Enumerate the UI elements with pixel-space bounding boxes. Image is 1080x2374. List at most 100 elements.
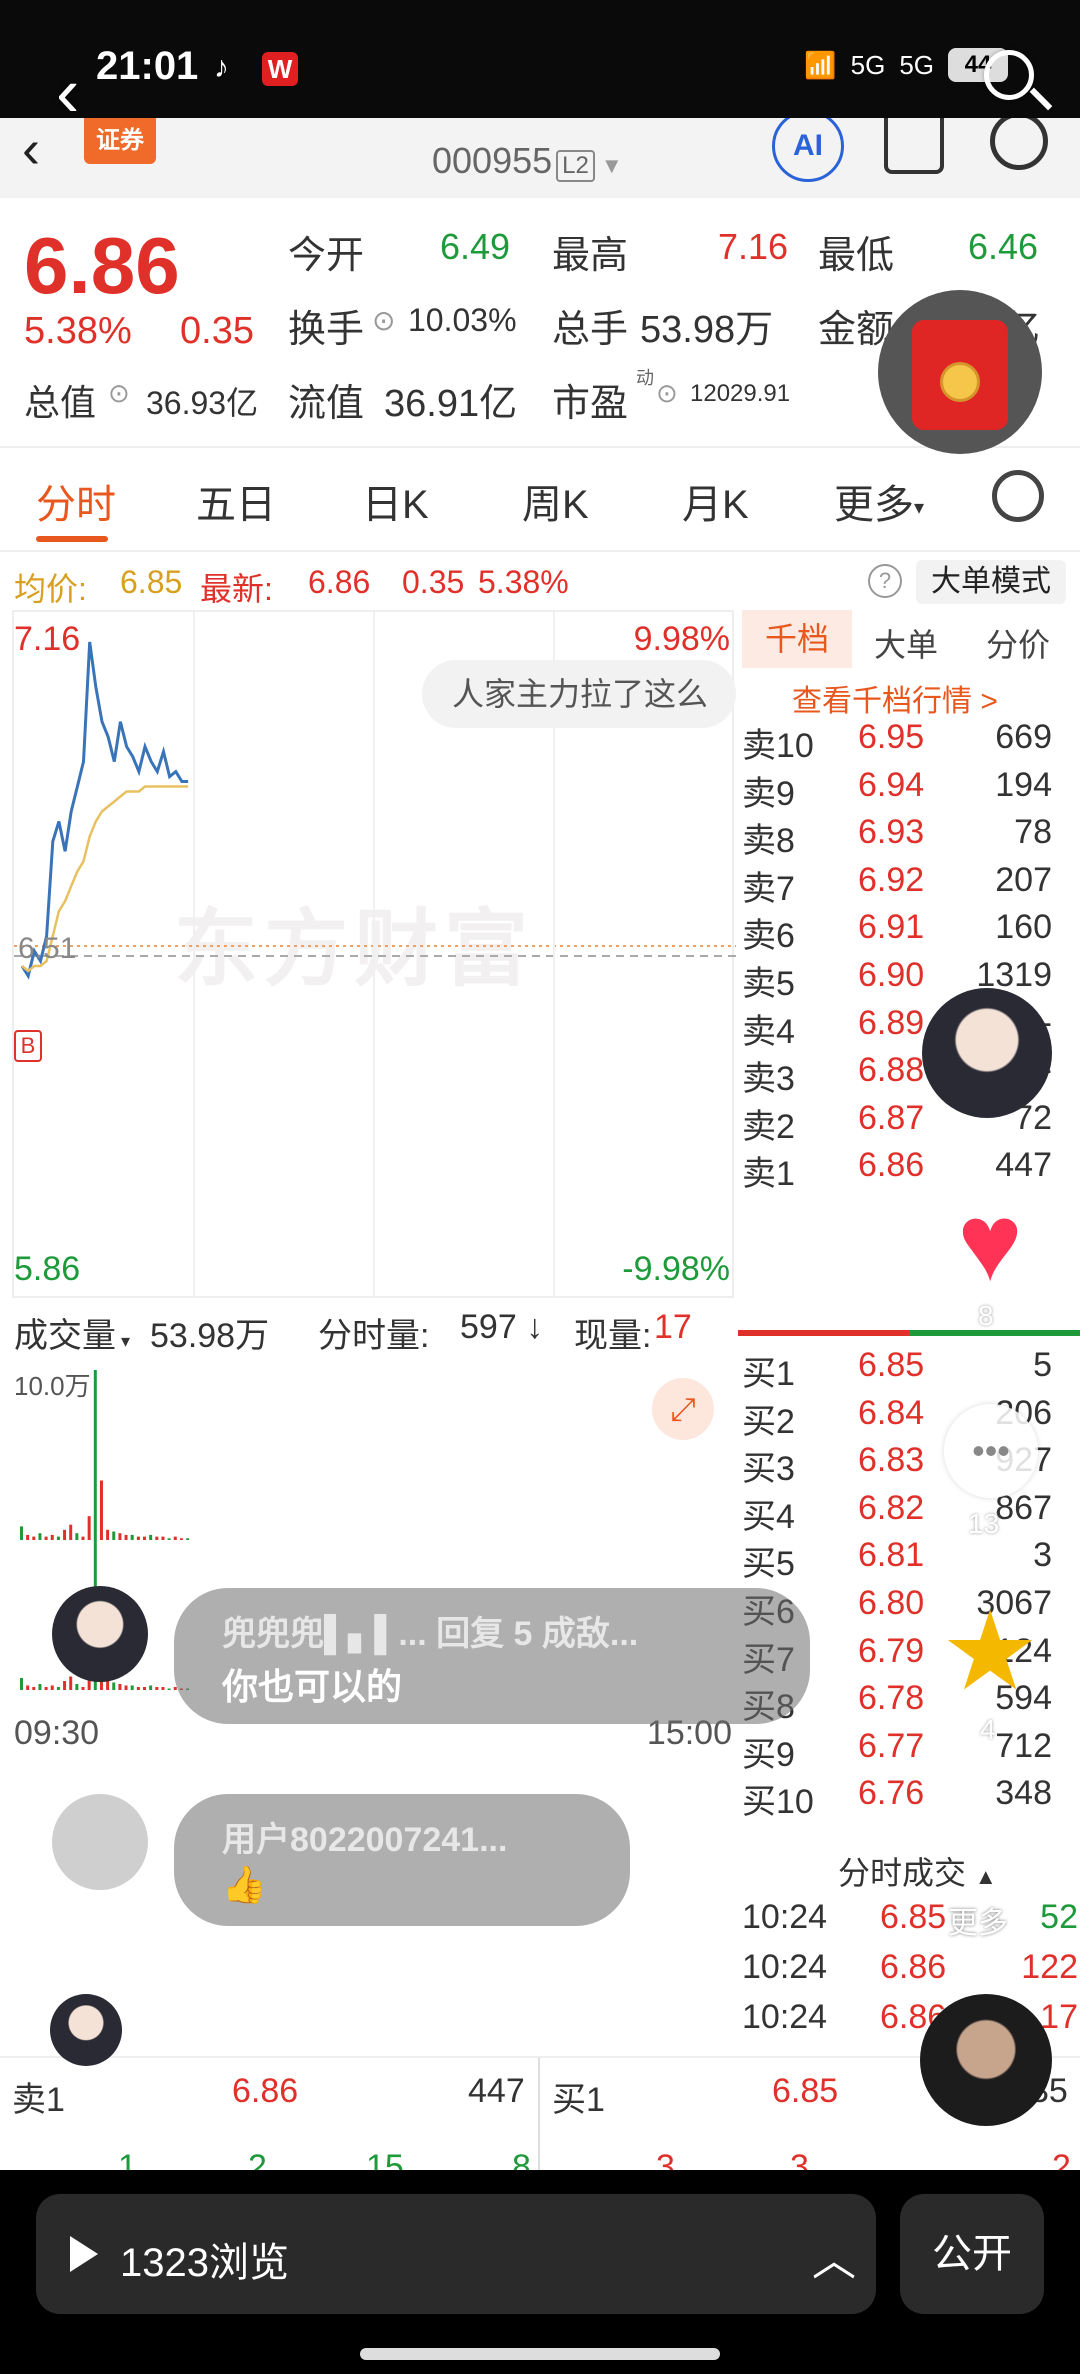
tab-intraday[interactable]: 分时 xyxy=(36,472,116,530)
big-order-mode-button[interactable]: 大单模式 xyxy=(916,560,1066,604)
latest-label: 最新: xyxy=(200,571,273,607)
tab-monthly-k[interactable]: 月K xyxy=(682,472,749,530)
volume-bar xyxy=(143,1536,147,1540)
level-volume: 348 xyxy=(995,1774,1052,1813)
volume-bar xyxy=(118,1684,122,1690)
avatar[interactable] xyxy=(50,1994,122,2066)
level-price: 6.81 xyxy=(858,1536,925,1575)
pe-value: 12029.91 xyxy=(690,380,791,407)
ladder-right-cell: 3 xyxy=(656,2148,675,2170)
host-avatar[interactable] xyxy=(920,1994,1052,2126)
bid-row[interactable]: 买5 6.81 3 xyxy=(738,1536,1080,1584)
level-label: 卖9 xyxy=(742,774,795,813)
overlay-back-icon[interactable]: ‹ xyxy=(56,52,79,132)
level-price: 6.80 xyxy=(858,1584,925,1622)
ask-row[interactable]: 卖10 6.95 669 xyxy=(738,718,1080,766)
ask-row[interactable]: 卖7 6.92 207 xyxy=(738,861,1080,909)
volume-bar xyxy=(124,1685,128,1690)
dropdown-triangle-icon: ▾ xyxy=(116,1331,131,1351)
brand-badge: 证券 xyxy=(84,118,156,164)
mktcap-label: 总值 xyxy=(24,382,97,423)
high-label: 最高 xyxy=(552,235,629,277)
signal-group: 📶 5G 5G 44 xyxy=(804,48,1008,82)
ask-row[interactable]: 卖9 6.94 194 xyxy=(738,766,1080,814)
volume-bar xyxy=(167,1538,171,1540)
level-volume: 712 xyxy=(995,1726,1052,1765)
chat-bubble[interactable]: 用户8022007241... 👍 xyxy=(174,1794,630,1926)
more-count: 13 xyxy=(968,1508,1000,1539)
avatar-default[interactable] xyxy=(52,1794,148,1890)
play-icon xyxy=(70,2236,98,2272)
mktcap-value: 36.93亿 xyxy=(146,385,259,421)
help-icon[interactable]: ? xyxy=(868,564,902,598)
level-price: 6.77 xyxy=(858,1726,925,1765)
trade-time: 10:24 xyxy=(742,1948,828,1986)
volume-bar xyxy=(136,1536,140,1540)
volume-bar xyxy=(50,1685,54,1690)
level-label: 卖5 xyxy=(742,965,795,1003)
tab-thousand-level[interactable]: 千档 xyxy=(742,610,852,668)
expand-icon[interactable]: ⤢ xyxy=(652,1378,714,1440)
trades-header[interactable]: 分时成交 ▲ xyxy=(838,1848,997,1894)
order-book-divider xyxy=(738,1330,1080,1336)
chat-bubble[interactable]: 兜兜兜▌▖▌... 回复 5 成敌... 你也可以的 xyxy=(174,1588,810,1724)
volume-bar xyxy=(20,1526,23,1540)
heart-icon[interactable]: ♥ xyxy=(940,1188,1040,1298)
more-dots-icon[interactable]: ••• xyxy=(944,1404,1038,1498)
tab-big-order[interactable]: 大单 xyxy=(874,620,938,666)
ladder-right-cell: 2 xyxy=(1052,2148,1071,2170)
ask-row[interactable]: 卖5 6.90 1319 xyxy=(738,956,1080,1004)
tab-more[interactable]: 更多▾ xyxy=(834,472,924,530)
volume-header: 成交量 ▾ 53.98万 分时量: 597 ↓ 现量: 17 xyxy=(0,1298,734,1358)
pe-sup: 动 xyxy=(636,368,654,388)
ask-row[interactable]: 卖6 6.91 160 xyxy=(738,908,1080,956)
trade-price: 6.86 xyxy=(880,1948,947,1986)
bid-row[interactable]: 买1 6.85 5 xyxy=(738,1346,1080,1394)
bid-row[interactable]: 买4 6.82 867 xyxy=(738,1489,1080,1537)
vol-axis-max: 10.0万 xyxy=(14,1371,91,1401)
search-icon[interactable] xyxy=(990,118,1048,170)
level-price: 6.87 xyxy=(858,1098,925,1137)
volume-value: 53.98万 xyxy=(640,309,774,351)
stock-code[interactable]: 000955 L2 ▼ xyxy=(432,140,623,182)
heart-count: 8 xyxy=(978,1300,994,1331)
overlay-search-icon[interactable] xyxy=(984,50,1034,100)
bid-row[interactable]: 买10 6.76 348 xyxy=(738,1774,1080,1822)
red-packet-icon[interactable] xyxy=(878,290,1042,454)
view-thousand-level-link[interactable]: 查看千档行情 > xyxy=(792,676,998,720)
level-price: 6.84 xyxy=(858,1393,925,1432)
more-label[interactable]: 更多 xyxy=(948,1898,1008,1942)
gear-icon[interactable] xyxy=(992,470,1044,522)
bid-row[interactable]: 买9 6.77 712 xyxy=(738,1727,1080,1775)
tab-weekly-k[interactable]: 周K xyxy=(522,472,589,530)
tab-price-split[interactable]: 分价 xyxy=(986,620,1050,666)
views-pill[interactable]: 1323浏览 ︿ xyxy=(36,2194,876,2314)
tab-daily-k[interactable]: 日K xyxy=(362,472,429,530)
ai-button[interactable]: AI xyxy=(772,118,844,182)
intraday-chart[interactable]: 东方财富 7.16 9.98% 6.51 5.86 -9.98% B 人家主力拉… xyxy=(12,610,736,1300)
avatar[interactable] xyxy=(52,1586,148,1682)
latest-value: 6.86 xyxy=(308,564,371,600)
volume-label[interactable]: 成交量 ▾ xyxy=(14,1308,130,1357)
back-arrow-icon[interactable]: ‹ xyxy=(22,118,40,180)
volume-bar xyxy=(118,1533,122,1540)
volume-bar xyxy=(26,1685,30,1690)
volume-bar xyxy=(155,1536,159,1540)
volume-bar xyxy=(56,1536,60,1540)
avatar[interactable] xyxy=(922,988,1052,1118)
ask-row[interactable]: 卖8 6.93 78 xyxy=(738,813,1080,861)
order-book-tabs: 千档 大单 分价 xyxy=(738,610,1080,668)
ask-row[interactable]: 卖2 6.87 72 xyxy=(738,1099,1080,1147)
volume-value: 53.98万 xyxy=(150,1317,270,1355)
level-label: 卖4 xyxy=(742,1012,795,1051)
tab-five-day[interactable]: 五日 xyxy=(196,472,276,530)
star-icon[interactable]: ★ xyxy=(938,1597,1042,1707)
level-price: 6.91 xyxy=(858,908,925,947)
axis-price-mid: 6.51 xyxy=(18,932,77,965)
public-button[interactable]: 公开 xyxy=(900,2194,1044,2314)
ask-row[interactable]: 卖1 6.86 447 xyxy=(738,1146,1080,1194)
level-price: 6.86 xyxy=(858,1146,925,1185)
level-label: 卖10 xyxy=(742,727,814,765)
share-icon[interactable] xyxy=(884,118,944,174)
dropdown-triangle-icon: ▾ xyxy=(914,496,925,519)
